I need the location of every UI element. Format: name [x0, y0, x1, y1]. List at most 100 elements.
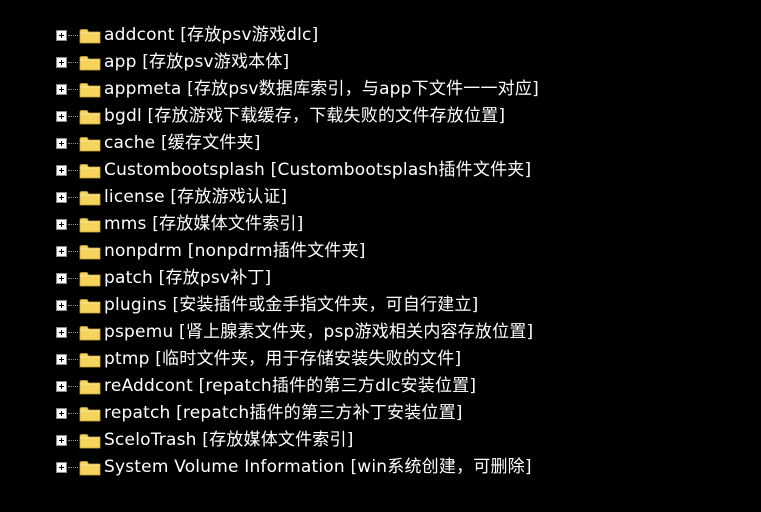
tree-connector [68, 250, 78, 253]
tree-item[interactable]: plugins [安装插件或金手指文件夹，可自行建立] [56, 292, 539, 319]
tree-item[interactable]: license [存放游戏认证] [56, 184, 539, 211]
tree-item[interactable]: appmeta [存放psv数据库索引，与app下文件一一对应] [56, 76, 539, 103]
tree-connector [68, 196, 78, 199]
tree-item[interactable]: Custombootsplash [Custombootsplash插件文件夹] [56, 157, 539, 184]
tree-item[interactable]: cache [缓存文件夹] [56, 130, 539, 157]
tree-item[interactable]: app [存放psv游戏本体] [56, 49, 539, 76]
folder-description: [存放媒体文件索引] [202, 430, 354, 450]
tree-item-label[interactable]: nonpdrm [nonpdrm插件文件夹] [104, 238, 366, 265]
tree-connector [68, 331, 78, 334]
folder-icon [79, 379, 101, 395]
folder-icon [79, 55, 101, 71]
folder-description: [存放psv数据库索引，与app下文件一一对应] [187, 79, 539, 99]
folder-description: [肾上腺素文件夹，psp游戏相关内容存放位置] [179, 322, 534, 342]
folder-name: mms [104, 214, 147, 234]
folder-tree: addcont [存放psv游戏dlc] app [存放psv游戏本体] appme… [56, 22, 539, 481]
folder-description: [存放媒体文件索引] [152, 214, 304, 234]
tree-item[interactable]: System Volume Information [win系统创建，可删除] [56, 454, 539, 481]
folder-name: patch [104, 268, 153, 288]
plus-box-icon[interactable] [56, 165, 67, 176]
tree-item[interactable]: SceloTrash [存放媒体文件索引] [56, 427, 539, 454]
folder-name: Custombootsplash [104, 160, 266, 180]
folder-description: [存放游戏认证] [170, 187, 288, 207]
plus-box-icon[interactable] [56, 192, 67, 203]
folder-icon [79, 136, 101, 152]
tree-item-label[interactable]: bgdl [存放游戏下载缓存，下载失败的文件存放位置] [104, 103, 505, 130]
tree-item-label[interactable]: patch [存放psv补丁] [104, 265, 271, 292]
tree-item[interactable]: pspemu [肾上腺素文件夹，psp游戏相关内容存放位置] [56, 319, 539, 346]
plus-box-icon[interactable] [56, 381, 67, 392]
tree-item[interactable]: repatch [repatch插件的第三方补丁安装位置] [56, 400, 539, 427]
plus-box-icon[interactable] [56, 408, 67, 419]
plus-box-icon[interactable] [56, 84, 67, 95]
tree-item-label[interactable]: app [存放psv游戏本体] [104, 49, 289, 76]
tree-item-label[interactable]: SceloTrash [存放媒体文件索引] [104, 427, 354, 454]
folder-icon [79, 460, 101, 476]
tree-item[interactable]: bgdl [存放游戏下载缓存，下载失败的文件存放位置] [56, 103, 539, 130]
folder-description: [repatch插件的第三方dlc安装位置] [198, 376, 477, 396]
plus-box-icon[interactable] [56, 138, 67, 149]
folder-description: [win系统创建，可删除] [350, 457, 532, 477]
tree-item-label[interactable]: addcont [存放psv游戏dlc] [104, 22, 318, 49]
plus-box-icon[interactable] [56, 246, 67, 257]
folder-name: System Volume Information [104, 457, 345, 477]
tree-item[interactable]: nonpdrm [nonpdrm插件文件夹] [56, 238, 539, 265]
folder-description: [临时文件夹，用于存储安装失败的文件] [155, 349, 462, 369]
tree-connector [68, 412, 78, 415]
folder-icon [79, 271, 101, 287]
tree-item-label[interactable]: System Volume Information [win系统创建，可删除] [104, 454, 532, 481]
folder-icon [79, 190, 101, 206]
tree-item[interactable]: ptmp [临时文件夹，用于存储安装失败的文件] [56, 346, 539, 373]
tree-connector [68, 277, 78, 280]
tree-item-label[interactable]: plugins [安装插件或金手指文件夹，可自行建立] [104, 292, 479, 319]
plus-box-icon[interactable] [56, 111, 67, 122]
folder-icon [79, 244, 101, 260]
tree-connector [68, 358, 78, 361]
tree-connector [68, 34, 78, 37]
tree-item-label[interactable]: repatch [repatch插件的第三方补丁安装位置] [104, 400, 463, 427]
tree-item-label[interactable]: license [存放游戏认证] [104, 184, 287, 211]
plus-box-icon[interactable] [56, 300, 67, 311]
tree-connector [68, 142, 78, 145]
folder-description: [存放psv游戏dlc] [180, 25, 319, 45]
tree-item[interactable]: patch [存放psv补丁] [56, 265, 539, 292]
tree-item-label[interactable]: cache [缓存文件夹] [104, 130, 261, 157]
folder-name: repatch [104, 403, 171, 423]
tree-item-label[interactable]: reAddcont [repatch插件的第三方dlc安装位置] [104, 373, 476, 400]
folder-name: plugins [104, 295, 167, 315]
tree-connector [68, 466, 78, 469]
plus-box-icon[interactable] [56, 219, 67, 230]
plus-box-icon[interactable] [56, 30, 67, 41]
plus-box-icon[interactable] [56, 354, 67, 365]
folder-icon [79, 298, 101, 314]
folder-name: license [104, 187, 165, 207]
plus-box-icon[interactable] [56, 435, 67, 446]
folder-name: SceloTrash [104, 430, 197, 450]
folder-icon [79, 82, 101, 98]
tree-item-label[interactable]: Custombootsplash [Custombootsplash插件文件夹] [104, 157, 531, 184]
tree-item-label[interactable]: pspemu [肾上腺素文件夹，psp游戏相关内容存放位置] [104, 319, 533, 346]
tree-connector [68, 304, 78, 307]
tree-item-label[interactable]: ptmp [临时文件夹，用于存储安装失败的文件] [104, 346, 461, 373]
folder-icon [79, 406, 101, 422]
tree-connector [68, 61, 78, 64]
tree-item-label[interactable]: mms [存放媒体文件索引] [104, 211, 303, 238]
plus-box-icon[interactable] [56, 57, 67, 68]
folder-description: [Custombootsplash插件文件夹] [270, 160, 532, 180]
tree-item[interactable]: addcont [存放psv游戏dlc] [56, 22, 539, 49]
folder-icon [79, 109, 101, 125]
tree-item-label[interactable]: appmeta [存放psv数据库索引，与app下文件一一对应] [104, 76, 539, 103]
tree-connector [68, 115, 78, 118]
tree-item[interactable]: mms [存放媒体文件索引] [56, 211, 539, 238]
tree-item[interactable]: reAddcont [repatch插件的第三方dlc安装位置] [56, 373, 539, 400]
folder-name: appmeta [104, 79, 182, 99]
folder-description: [存放游戏下载缓存，下载失败的文件存放位置] [147, 106, 506, 126]
tree-connector [68, 169, 78, 172]
plus-box-icon[interactable] [56, 462, 67, 473]
folder-description: [缓存文件夹] [160, 133, 261, 153]
folder-icon [79, 217, 101, 233]
folder-name: bgdl [104, 106, 142, 126]
plus-box-icon[interactable] [56, 273, 67, 284]
plus-box-icon[interactable] [56, 327, 67, 338]
folder-description: [repatch插件的第三方补丁安装位置] [176, 403, 463, 423]
